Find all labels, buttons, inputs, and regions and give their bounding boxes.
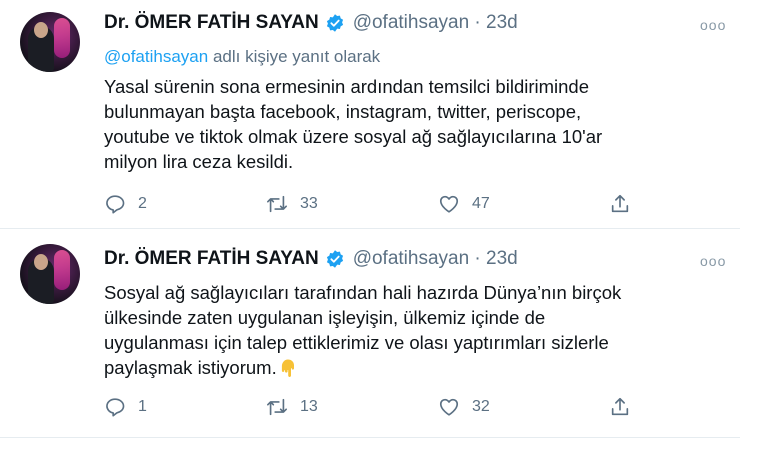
share-icon — [611, 397, 629, 416]
retweet-icon — [267, 398, 287, 416]
reply-to-suffix: adlı kişiye yanıt olarak — [208, 47, 381, 66]
author-handle-time[interactable]: @ofatihsayan · 23d — [353, 248, 518, 270]
reply-context: @ofatihsayan adlı kişiye yanıt olarak — [104, 47, 380, 67]
tweet-header: Dr. ÖMER FATİH SAYAN @ofatihsayan · 23d — [104, 248, 518, 270]
tweet-text-line: youtube ve tiktok olmak üzere sosyal ağ … — [104, 126, 603, 147]
reply-icon — [106, 398, 125, 417]
tweet[interactable]: Dr. ÖMER FATİH SAYAN @ofatihsayan · 23d … — [0, 228, 740, 438]
retweet-count: 13 — [300, 398, 318, 415]
retweet-icon — [267, 195, 287, 213]
share-button[interactable] — [609, 396, 643, 418]
verified-badge-icon — [325, 249, 345, 269]
tweet-header: Dr. ÖMER FATİH SAYAN @ofatihsayan · 23d — [104, 12, 518, 34]
like-button[interactable]: 47 — [438, 193, 490, 215]
tweet-text-line: paylaşmak istiyorum. — [104, 357, 277, 378]
tweet-text-line: Sosyal ağ sağlayıcıları tarafından hali … — [104, 282, 622, 303]
reply-button[interactable]: 2 — [104, 193, 147, 215]
share-button[interactable] — [609, 193, 643, 215]
tweet[interactable]: Dr. ÖMER FATİH SAYAN @ofatihsayan · 23d … — [0, 0, 740, 228]
retweet-count: 33 — [300, 195, 318, 212]
avatar[interactable] — [20, 12, 80, 72]
heart-icon — [439, 195, 459, 213]
avatar[interactable] — [20, 244, 80, 304]
pointing-down-hand-emoji — [280, 358, 296, 377]
like-count: 32 — [472, 398, 490, 415]
like-count: 47 — [472, 195, 490, 212]
reply-count: 1 — [138, 398, 147, 415]
author-name[interactable]: Dr. ÖMER FATİH SAYAN — [104, 12, 319, 34]
author-name[interactable]: Dr. ÖMER FATİH SAYAN — [104, 248, 319, 270]
like-button[interactable]: 32 — [438, 396, 490, 418]
heart-icon — [439, 398, 459, 416]
tweet-text-line: Yasal sürenin sona ermesinin ardından te… — [104, 76, 590, 97]
tweet-text: Sosyal ağ sağlayıcıları tarafından hali … — [104, 280, 724, 380]
tweet-text-line-with-emoji: paylaşmak istiyorum. — [104, 355, 724, 380]
share-icon — [611, 194, 629, 213]
tweet-text-line: ülkesinde zaten uygulanan işleyişin, ülk… — [104, 307, 546, 328]
timeline-bottom-border — [0, 437, 740, 438]
retweet-button[interactable]: 33 — [266, 193, 318, 215]
tweet-text-line: milyon lira ceza kesildi. — [104, 151, 294, 172]
reply-to-handle-link[interactable]: @ofatihsayan — [104, 47, 208, 66]
more-options-icon[interactable]: ooo — [700, 253, 726, 269]
reply-button[interactable]: 1 — [104, 396, 147, 418]
reply-count: 2 — [138, 195, 147, 212]
verified-badge-icon — [325, 13, 345, 33]
tweet-text: Yasal sürenin sona ermesinin ardından te… — [104, 74, 724, 174]
tweet-actions: 2 33 47 — [104, 193, 644, 217]
more-options-icon[interactable]: ooo — [700, 17, 726, 33]
retweet-button[interactable]: 13 — [266, 396, 318, 418]
reply-icon — [106, 195, 125, 214]
tweet-text-line: bulunmayan başta facebook, instagram, tw… — [104, 101, 582, 122]
tweet-actions: 1 13 32 — [104, 396, 644, 420]
author-handle-time[interactable]: @ofatihsayan · 23d — [353, 12, 518, 34]
tweet-text-line: uygulanması için talep ettiklerimiz ve o… — [104, 332, 609, 353]
